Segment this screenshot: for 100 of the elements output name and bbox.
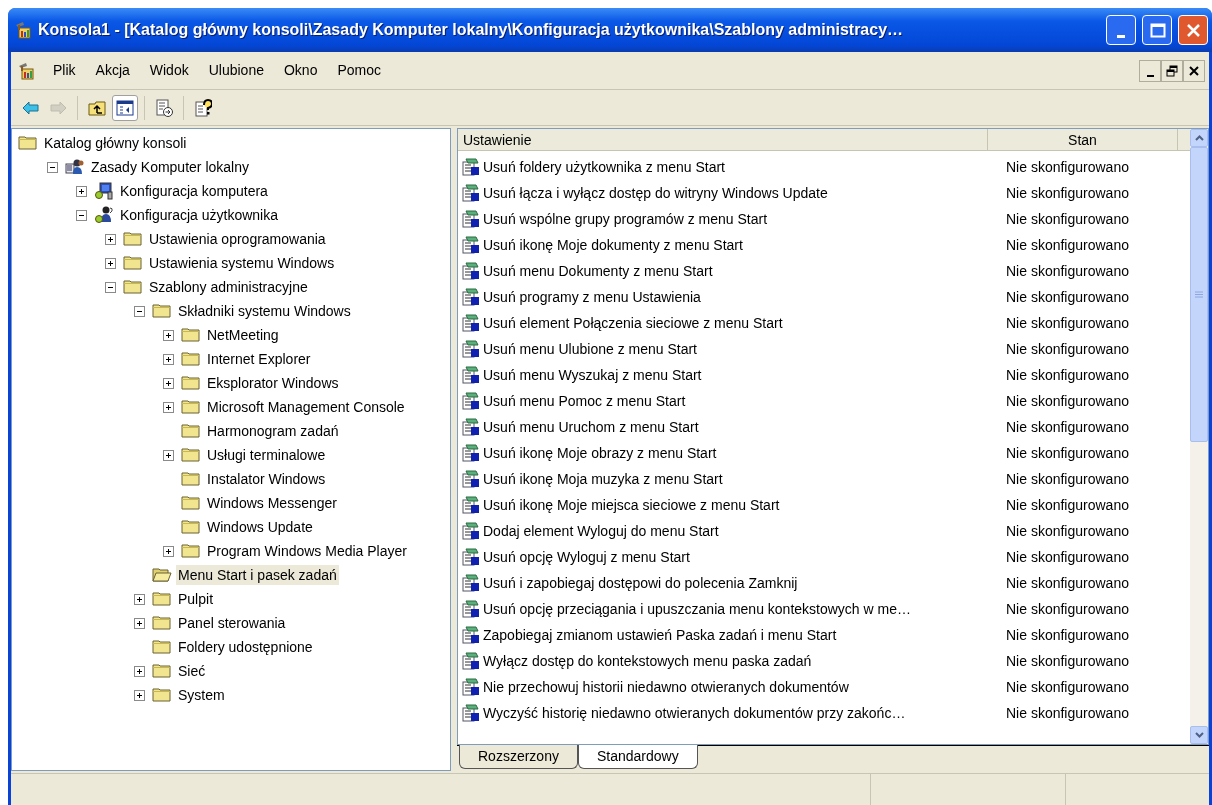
table-cell: Nie skonfigurowano xyxy=(1006,497,1129,513)
tree-item[interactable]: Katalog główny konsoli xyxy=(42,133,189,153)
table-cell-text: Usuń opcję przeciągania i upuszczania menu kontekstowych w me… xyxy=(482,599,911,619)
close-icon xyxy=(1187,63,1201,78)
table-cell-text: Wyczyść historię niedawno otwieranych dokumentów przy zakońc… xyxy=(482,703,906,723)
tree-item[interactable]: Menu Start i pasek zadań xyxy=(176,565,339,585)
view-tab[interactable]: Standardowy xyxy=(577,745,698,769)
table-cell-text: Usuń element Połączenia sieciowe z menu Start xyxy=(482,313,783,333)
expand-icon[interactable] xyxy=(134,593,145,605)
menu-item[interactable]: Widok xyxy=(139,57,199,84)
list-export-icon xyxy=(155,98,173,117)
expand-icon[interactable] xyxy=(134,689,145,701)
collapse-icon[interactable] xyxy=(105,281,116,293)
policy-setting-icon xyxy=(461,470,480,488)
expand-icon[interactable] xyxy=(76,185,87,197)
scrollbar[interactable] xyxy=(1190,129,1208,744)
table-cell: Nie skonfigurowano xyxy=(1006,263,1129,279)
table-cell-text: Zapobiegaj zmianom ustawień Paska zadań i menu Start xyxy=(482,625,837,645)
close-button[interactable] xyxy=(1183,59,1205,82)
expand-icon[interactable] xyxy=(105,257,116,269)
table-cell: Nie skonfigurowano xyxy=(1006,367,1129,383)
tree-item[interactable]: Eksplorator Windows xyxy=(205,373,341,393)
tree-item[interactable]: Konfiguracja komputera xyxy=(118,181,270,201)
tree-item[interactable]: Instalator Windows xyxy=(205,469,328,489)
tree-item[interactable]: System xyxy=(176,685,227,705)
table-cell-text: Usuń foldery użytkownika z menu Start xyxy=(482,157,725,177)
folder-icon xyxy=(152,638,172,656)
show-tree-button[interactable] xyxy=(112,94,138,121)
table-cell: Nie skonfigurowano xyxy=(1006,211,1129,227)
policy-setting-icon xyxy=(461,236,480,254)
folder-icon xyxy=(181,470,201,488)
scroll-thumb[interactable] xyxy=(1190,147,1208,442)
tree-item[interactable]: Program Windows Media Player xyxy=(205,541,409,561)
expand-icon[interactable] xyxy=(163,377,174,389)
tree-item[interactable]: Szablony administracyjne xyxy=(147,277,310,297)
table-cell: Nie skonfigurowano xyxy=(1006,705,1129,721)
tree-item[interactable]: Internet Explorer xyxy=(205,349,313,369)
tree-item[interactable]: Składniki systemu Windows xyxy=(176,301,353,321)
policy-setting-icon xyxy=(461,392,480,410)
collapse-icon[interactable] xyxy=(47,161,58,173)
column-header[interactable]: Stan xyxy=(988,129,1178,151)
tree-item[interactable]: Windows Update xyxy=(205,517,315,537)
table-cell: Nie skonfigurowano xyxy=(1006,471,1129,487)
policy-setting-icon xyxy=(461,704,480,722)
tree-item[interactable]: Harmonogram zadań xyxy=(205,421,341,441)
menu-item[interactable]: Pomoc xyxy=(327,57,391,84)
menu-item[interactable]: Akcja xyxy=(85,57,140,84)
expand-icon[interactable] xyxy=(105,233,116,245)
expand-icon[interactable] xyxy=(163,401,174,413)
view-tab[interactable]: Rozszerzony xyxy=(459,745,578,769)
menu-item[interactable]: Okno xyxy=(273,57,328,84)
table-cell-text: Usuń ikonę Moje miejsca sieciowe z menu Start xyxy=(482,495,780,515)
tree-item[interactable]: Panel sterowania xyxy=(176,613,288,633)
collapse-icon[interactable] xyxy=(134,305,145,317)
tree-item[interactable]: Pulpit xyxy=(176,589,216,609)
menu-item[interactable]: Plik xyxy=(43,57,86,84)
user-icon xyxy=(94,206,114,224)
policy-setting-icon xyxy=(461,574,480,592)
table-cell-text: Usuń menu Uruchom z menu Start xyxy=(482,417,699,437)
tree-item[interactable]: Zasady Komputer lokalny xyxy=(89,157,251,177)
tree-item[interactable]: Ustawienia oprogramowania xyxy=(147,229,328,249)
restore-button[interactable] xyxy=(1161,59,1183,82)
policy-setting-icon xyxy=(461,210,480,228)
expand-icon[interactable] xyxy=(134,665,145,677)
menu-item[interactable]: Ulubione xyxy=(198,57,274,84)
expand-icon[interactable] xyxy=(163,353,174,365)
expand-icon[interactable] xyxy=(134,617,145,629)
tree-item[interactable]: NetMeeting xyxy=(205,325,281,345)
scroll-up-button[interactable] xyxy=(1190,129,1208,147)
column-header[interactable]: Ustawienie xyxy=(458,129,988,151)
minimize-icon xyxy=(1117,35,1125,38)
folder-up-icon xyxy=(88,98,106,117)
table-cell-text: Usuń menu Dokumenty z menu Start xyxy=(482,261,713,281)
expand-icon[interactable] xyxy=(163,545,174,557)
tree-item[interactable]: Microsoft Management Console xyxy=(205,397,407,417)
policy-setting-icon xyxy=(461,262,480,280)
scroll-down-button[interactable] xyxy=(1190,726,1208,744)
tree-item[interactable]: Usługi terminalowe xyxy=(205,445,328,465)
column-header-filler xyxy=(1178,129,1190,151)
policy-setting-icon xyxy=(461,678,480,696)
collapse-icon[interactable] xyxy=(76,209,87,221)
tree-item[interactable]: Foldery udostępnione xyxy=(176,637,315,657)
table-cell: Nie skonfigurowano xyxy=(1006,627,1129,643)
tree-item[interactable]: Sieć xyxy=(176,661,208,681)
policy-setting-icon xyxy=(461,366,480,384)
table-cell-text: Usuń ikonę Moja muzyka z menu Start xyxy=(482,469,723,489)
maximize-button[interactable] xyxy=(1142,15,1172,45)
tree-item[interactable]: Ustawienia systemu Windows xyxy=(147,253,337,273)
minimize-button[interactable] xyxy=(1139,59,1161,82)
table-cell: Nie skonfigurowano xyxy=(1006,159,1129,175)
policy-setting-icon xyxy=(461,288,480,306)
tree-item[interactable]: Konfiguracja użytkownika xyxy=(118,205,280,225)
tree-item[interactable]: Windows Messenger xyxy=(205,493,339,513)
computer-icon xyxy=(94,182,114,200)
folder-icon xyxy=(181,518,201,536)
expand-icon[interactable] xyxy=(163,329,174,341)
folder-icon xyxy=(152,614,172,632)
policy-setting-icon xyxy=(461,158,480,176)
folder-icon xyxy=(152,662,172,680)
expand-icon[interactable] xyxy=(163,449,174,461)
